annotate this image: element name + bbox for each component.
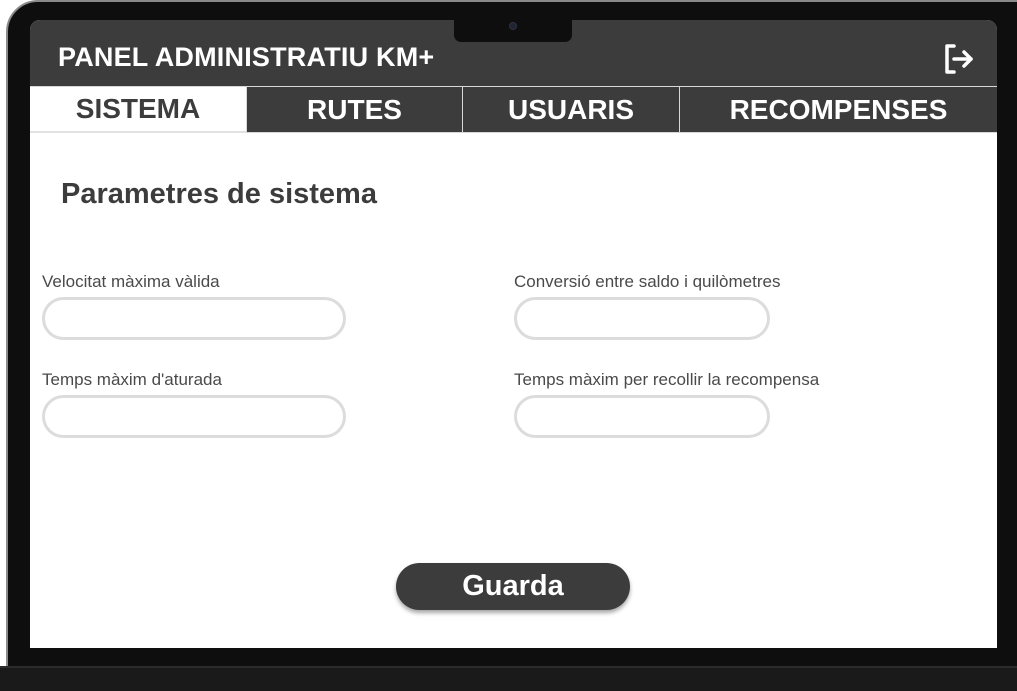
max-speed-input[interactable] — [42, 297, 346, 340]
reward-pickup-time-label: Temps màxim per recollir la recompensa — [514, 370, 820, 389]
app-screen: PANEL ADMINISTRATIU KM+ SISTEMA RUTES US… — [30, 20, 997, 648]
tab-bar: SISTEMA RUTES USUARIS RECOMPENSES — [30, 86, 997, 133]
max-stop-time-input[interactable] — [42, 395, 346, 438]
save-button[interactable]: Guarda — [396, 563, 630, 610]
balance-conversion-input[interactable] — [514, 297, 770, 340]
tab-label: RECOMPENSES — [729, 93, 948, 125]
reward-pickup-time-input[interactable] — [514, 395, 770, 438]
laptop-frame: PANEL ADMINISTRATIU KM+ SISTEMA RUTES US… — [0, 0, 1017, 691]
tab-sistema[interactable]: SISTEMA — [30, 86, 247, 133]
tab-label: USUARIS — [507, 93, 634, 125]
app-title: PANEL ADMINISTRATIU KM+ — [58, 42, 435, 72]
laptop-base — [0, 666, 1017, 691]
max-stop-time-label: Temps màxim d'aturada — [42, 370, 222, 389]
page-title: Parametres de sistema — [61, 178, 377, 210]
tab-usuaris[interactable]: USUARIS — [463, 86, 680, 133]
tab-label: SISTEMA — [75, 93, 201, 124]
tab-recompenses[interactable]: RECOMPENSES — [680, 86, 997, 133]
logout-icon[interactable] — [942, 42, 976, 76]
tab-rutes[interactable]: RUTES — [247, 86, 463, 133]
camera-icon — [509, 22, 517, 30]
tab-label: RUTES — [307, 93, 402, 125]
camera-notch — [454, 20, 572, 42]
balance-conversion-label: Conversió entre saldo i quilòmetres — [514, 272, 781, 291]
max-speed-label: Velocitat màxima vàlida — [42, 272, 220, 291]
